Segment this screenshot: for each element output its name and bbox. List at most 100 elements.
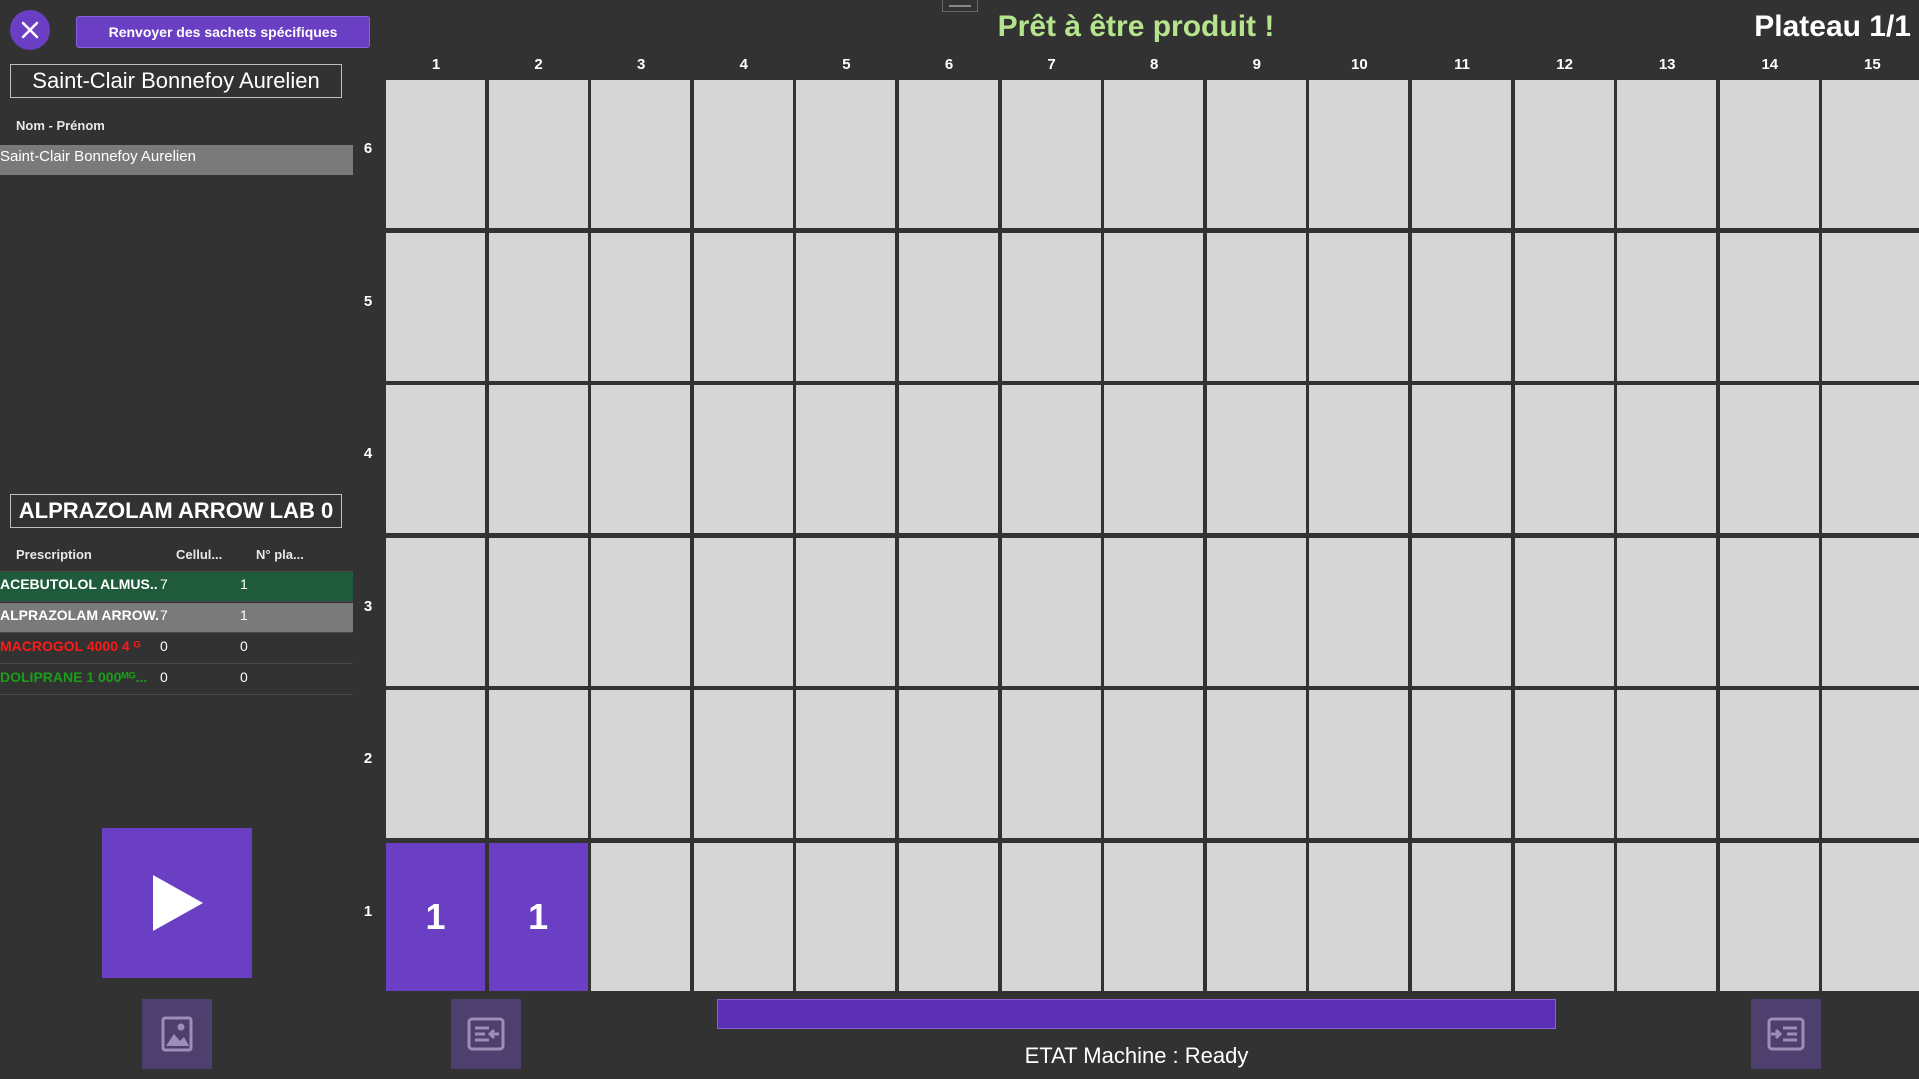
grid-cell[interactable] — [1719, 537, 1819, 686]
play-button[interactable] — [102, 828, 252, 978]
grid-cell[interactable] — [1822, 80, 1919, 228]
grid-cell[interactable]: 1 — [386, 842, 485, 991]
grid-cell[interactable] — [591, 842, 691, 991]
grid-cell[interactable] — [1001, 690, 1101, 838]
grid-cell[interactable] — [1001, 80, 1101, 228]
grid-cell[interactable] — [1514, 842, 1614, 991]
grid-cell[interactable] — [1001, 842, 1101, 991]
grid-cell[interactable] — [1412, 232, 1511, 381]
grid-cell[interactable] — [591, 80, 691, 228]
load-left-button[interactable] — [451, 999, 521, 1069]
grid-cell[interactable] — [1412, 537, 1511, 686]
grid-cell[interactable] — [899, 385, 998, 533]
grid-cell[interactable] — [1412, 690, 1511, 838]
grid-cell[interactable] — [1412, 385, 1511, 533]
grid-cell[interactable] — [1001, 385, 1101, 533]
grid-cell[interactable] — [899, 232, 998, 381]
grid-cell[interactable] — [796, 80, 896, 228]
grid-cell[interactable] — [1104, 80, 1204, 228]
grid-cell[interactable] — [1514, 232, 1614, 381]
grid-cell[interactable] — [1617, 385, 1717, 533]
grid-cell[interactable] — [796, 842, 896, 991]
grid-cell[interactable] — [591, 385, 691, 533]
grid-cell[interactable] — [1822, 537, 1919, 686]
grid-cell[interactable] — [488, 80, 588, 228]
resend-specific-sachets-button[interactable]: Renvoyer des sachets spécifiques — [76, 16, 370, 48]
grid-cell[interactable] — [796, 690, 896, 838]
grid-cell[interactable] — [1719, 842, 1819, 991]
close-button[interactable] — [10, 10, 50, 50]
grid-cell[interactable] — [1822, 690, 1919, 838]
grid-cell[interactable] — [1412, 80, 1511, 228]
grid-cell[interactable] — [899, 537, 998, 686]
grid-cell[interactable] — [796, 232, 896, 381]
grid-cell[interactable] — [1309, 232, 1409, 381]
grid-cell[interactable] — [693, 537, 793, 686]
grid-cell[interactable] — [1617, 842, 1717, 991]
grid-cell[interactable] — [386, 537, 485, 686]
grid-cell[interactable] — [1309, 537, 1409, 686]
grid-cell[interactable] — [693, 385, 793, 533]
cell-column-header[interactable]: Cellul... — [176, 547, 222, 562]
grid-cell[interactable] — [1104, 690, 1204, 838]
grid-cell[interactable] — [386, 385, 485, 533]
grid-cell[interactable] — [796, 385, 896, 533]
grid-cell[interactable] — [1206, 385, 1306, 533]
grid-cell[interactable] — [488, 385, 588, 533]
grid-cell[interactable] — [1617, 80, 1717, 228]
grid-cell[interactable] — [1104, 537, 1204, 686]
grid-cell[interactable] — [1206, 537, 1306, 686]
grid-cell[interactable] — [1514, 537, 1614, 686]
grid-cell[interactable] — [899, 80, 998, 228]
grid-cell[interactable] — [1104, 385, 1204, 533]
grid-cell[interactable] — [488, 537, 588, 686]
grid-cell[interactable] — [1309, 80, 1409, 228]
grid-cell[interactable] — [1822, 232, 1919, 381]
grid-cell[interactable] — [1617, 232, 1717, 381]
grid-cell[interactable] — [1309, 690, 1409, 838]
prescription-column-header[interactable]: Prescription — [16, 547, 92, 562]
grid-cell[interactable] — [899, 690, 998, 838]
grid-cell[interactable] — [1206, 690, 1306, 838]
grid-cell[interactable] — [1719, 385, 1819, 533]
prescription-row[interactable]: ALPRAZOLAM ARROW... 7 1 — [0, 603, 353, 633]
plate-number-column-header[interactable]: N° pla... — [256, 547, 304, 562]
grid-cell[interactable] — [1719, 80, 1819, 228]
image-button[interactable] — [142, 999, 212, 1069]
grid-cell[interactable] — [1514, 385, 1614, 533]
grid-cell[interactable] — [488, 232, 588, 381]
grid-cell[interactable] — [591, 690, 691, 838]
grid-cell[interactable] — [1719, 232, 1819, 381]
patient-list-item[interactable]: Saint-Clair Bonnefoy Aurelien — [0, 145, 353, 175]
grid-cell[interactable] — [1001, 232, 1101, 381]
grid-cell[interactable] — [796, 537, 896, 686]
grid-cell[interactable] — [693, 842, 793, 991]
grid-cell[interactable] — [1206, 842, 1306, 991]
grid-cell[interactable] — [1514, 80, 1614, 228]
grid-cell[interactable] — [693, 232, 793, 381]
prescription-row[interactable]: MACROGOL 4000 4 ᴳ 0 0 — [0, 634, 353, 664]
grid-cell[interactable] — [693, 690, 793, 838]
grid-cell[interactable] — [1719, 690, 1819, 838]
grid-cell[interactable] — [591, 537, 691, 686]
grid-cell[interactable] — [1412, 842, 1511, 991]
prescription-row[interactable]: DOLIPRANE 1 000ᴹᴳ... 0 0 — [0, 665, 353, 695]
grid-cell[interactable] — [1514, 690, 1614, 838]
grid-cell[interactable] — [899, 842, 998, 991]
grid-cell[interactable] — [1822, 842, 1919, 991]
grid-cell[interactable]: 1 — [488, 842, 588, 991]
grid-cell[interactable] — [1104, 232, 1204, 381]
grid-cell[interactable] — [1104, 842, 1204, 991]
grid-cell[interactable] — [1206, 232, 1306, 381]
grid-cell[interactable] — [1309, 385, 1409, 533]
grid-cell[interactable] — [1001, 537, 1101, 686]
load-right-button[interactable] — [1751, 999, 1821, 1069]
grid-cell[interactable] — [386, 80, 485, 228]
grid-cell[interactable] — [1617, 537, 1717, 686]
grid-cell[interactable] — [386, 232, 485, 381]
prescription-row[interactable]: ACEBUTOLOL ALMUS... 7 1 — [0, 572, 353, 602]
grid-cell[interactable] — [488, 690, 588, 838]
grid-cell[interactable] — [1617, 690, 1717, 838]
grid-cell[interactable] — [1206, 80, 1306, 228]
grid-cell[interactable] — [1822, 385, 1919, 533]
